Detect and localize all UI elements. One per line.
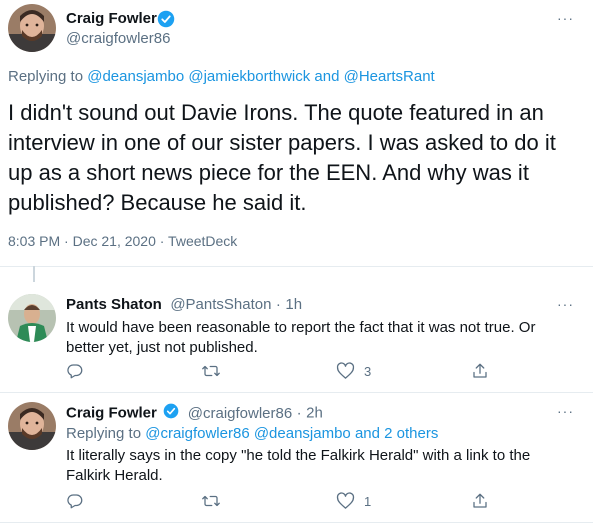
retweet-icon bbox=[202, 495, 220, 507]
replying-to: Replying to @craigfowler86 @deansjambo a… bbox=[66, 425, 438, 442]
reply-header: Craig Fowler @craigfowler86 · 2h bbox=[66, 403, 323, 424]
author-name[interactable]: Craig Fowler bbox=[66, 10, 157, 27]
reply-avatar[interactable] bbox=[8, 402, 56, 450]
retweet-icon bbox=[202, 365, 220, 377]
heart-icon bbox=[336, 362, 355, 379]
separator-dot: · bbox=[296, 404, 302, 422]
heart-icon bbox=[336, 492, 355, 509]
reply-author-name[interactable]: Craig Fowler bbox=[66, 405, 157, 422]
more-options-icon[interactable]: ··· bbox=[557, 10, 574, 26]
divider bbox=[0, 266, 593, 267]
author-avatar[interactable] bbox=[8, 4, 56, 52]
reply-button[interactable] bbox=[66, 362, 84, 380]
retweet-button[interactable] bbox=[201, 362, 221, 380]
reply-avatar[interactable] bbox=[8, 294, 56, 342]
more-options-icon[interactable]: ··· bbox=[557, 403, 574, 419]
like-count: 3 bbox=[364, 363, 372, 379]
reply-icon bbox=[67, 494, 83, 509]
replying-to-users-link[interactable]: @deansjambo @jamiekborthwick and @Hearts… bbox=[87, 68, 435, 85]
reply-time[interactable]: 1h bbox=[285, 296, 302, 313]
like-count: 1 bbox=[364, 493, 372, 509]
replying-to: Replying to @deansjambo @jamiekborthwick… bbox=[8, 68, 435, 85]
reply-icon bbox=[67, 364, 83, 379]
thread-line bbox=[33, 266, 35, 282]
tweet-text: I didn't sound out Davie Irons. The quot… bbox=[8, 100, 556, 215]
share-button[interactable] bbox=[471, 492, 489, 510]
share-button[interactable] bbox=[471, 362, 489, 380]
reply-header: Pants Shaton @PantsShaton · 1h bbox=[66, 296, 302, 314]
reply-time[interactable]: 2h bbox=[306, 405, 323, 422]
replying-to-users-link[interactable]: @craigfowler86 @deansjambo and 2 others bbox=[145, 425, 438, 442]
divider bbox=[0, 392, 593, 393]
separator-dot: · bbox=[275, 296, 281, 313]
share-icon bbox=[473, 363, 487, 378]
more-options-icon[interactable]: ··· bbox=[557, 296, 574, 312]
author-handle[interactable]: @craigfowler86 bbox=[66, 30, 170, 47]
tweet-meta[interactable]: 8:03 PM · Dec 21, 2020 · TweetDeck bbox=[8, 233, 237, 249]
verified-icon bbox=[163, 403, 179, 424]
reply-author-name[interactable]: Pants Shaton bbox=[66, 296, 162, 313]
retweet-button[interactable] bbox=[201, 492, 221, 510]
divider bbox=[0, 522, 593, 523]
reply-text: It literally says in the copy "he told t… bbox=[66, 447, 531, 484]
reply-button[interactable] bbox=[66, 492, 84, 510]
replying-label: Replying to bbox=[66, 425, 142, 442]
reply-author-handle[interactable]: @craigfowler86 bbox=[188, 405, 292, 422]
like-button[interactable]: 3 bbox=[336, 362, 371, 380]
reply-author-handle[interactable]: @PantsShaton bbox=[170, 296, 271, 313]
reply-text: It would have been reasonable to report … bbox=[66, 319, 536, 356]
share-icon bbox=[473, 493, 487, 508]
replying-label: Replying to bbox=[8, 68, 84, 85]
like-button[interactable]: 1 bbox=[336, 492, 371, 510]
